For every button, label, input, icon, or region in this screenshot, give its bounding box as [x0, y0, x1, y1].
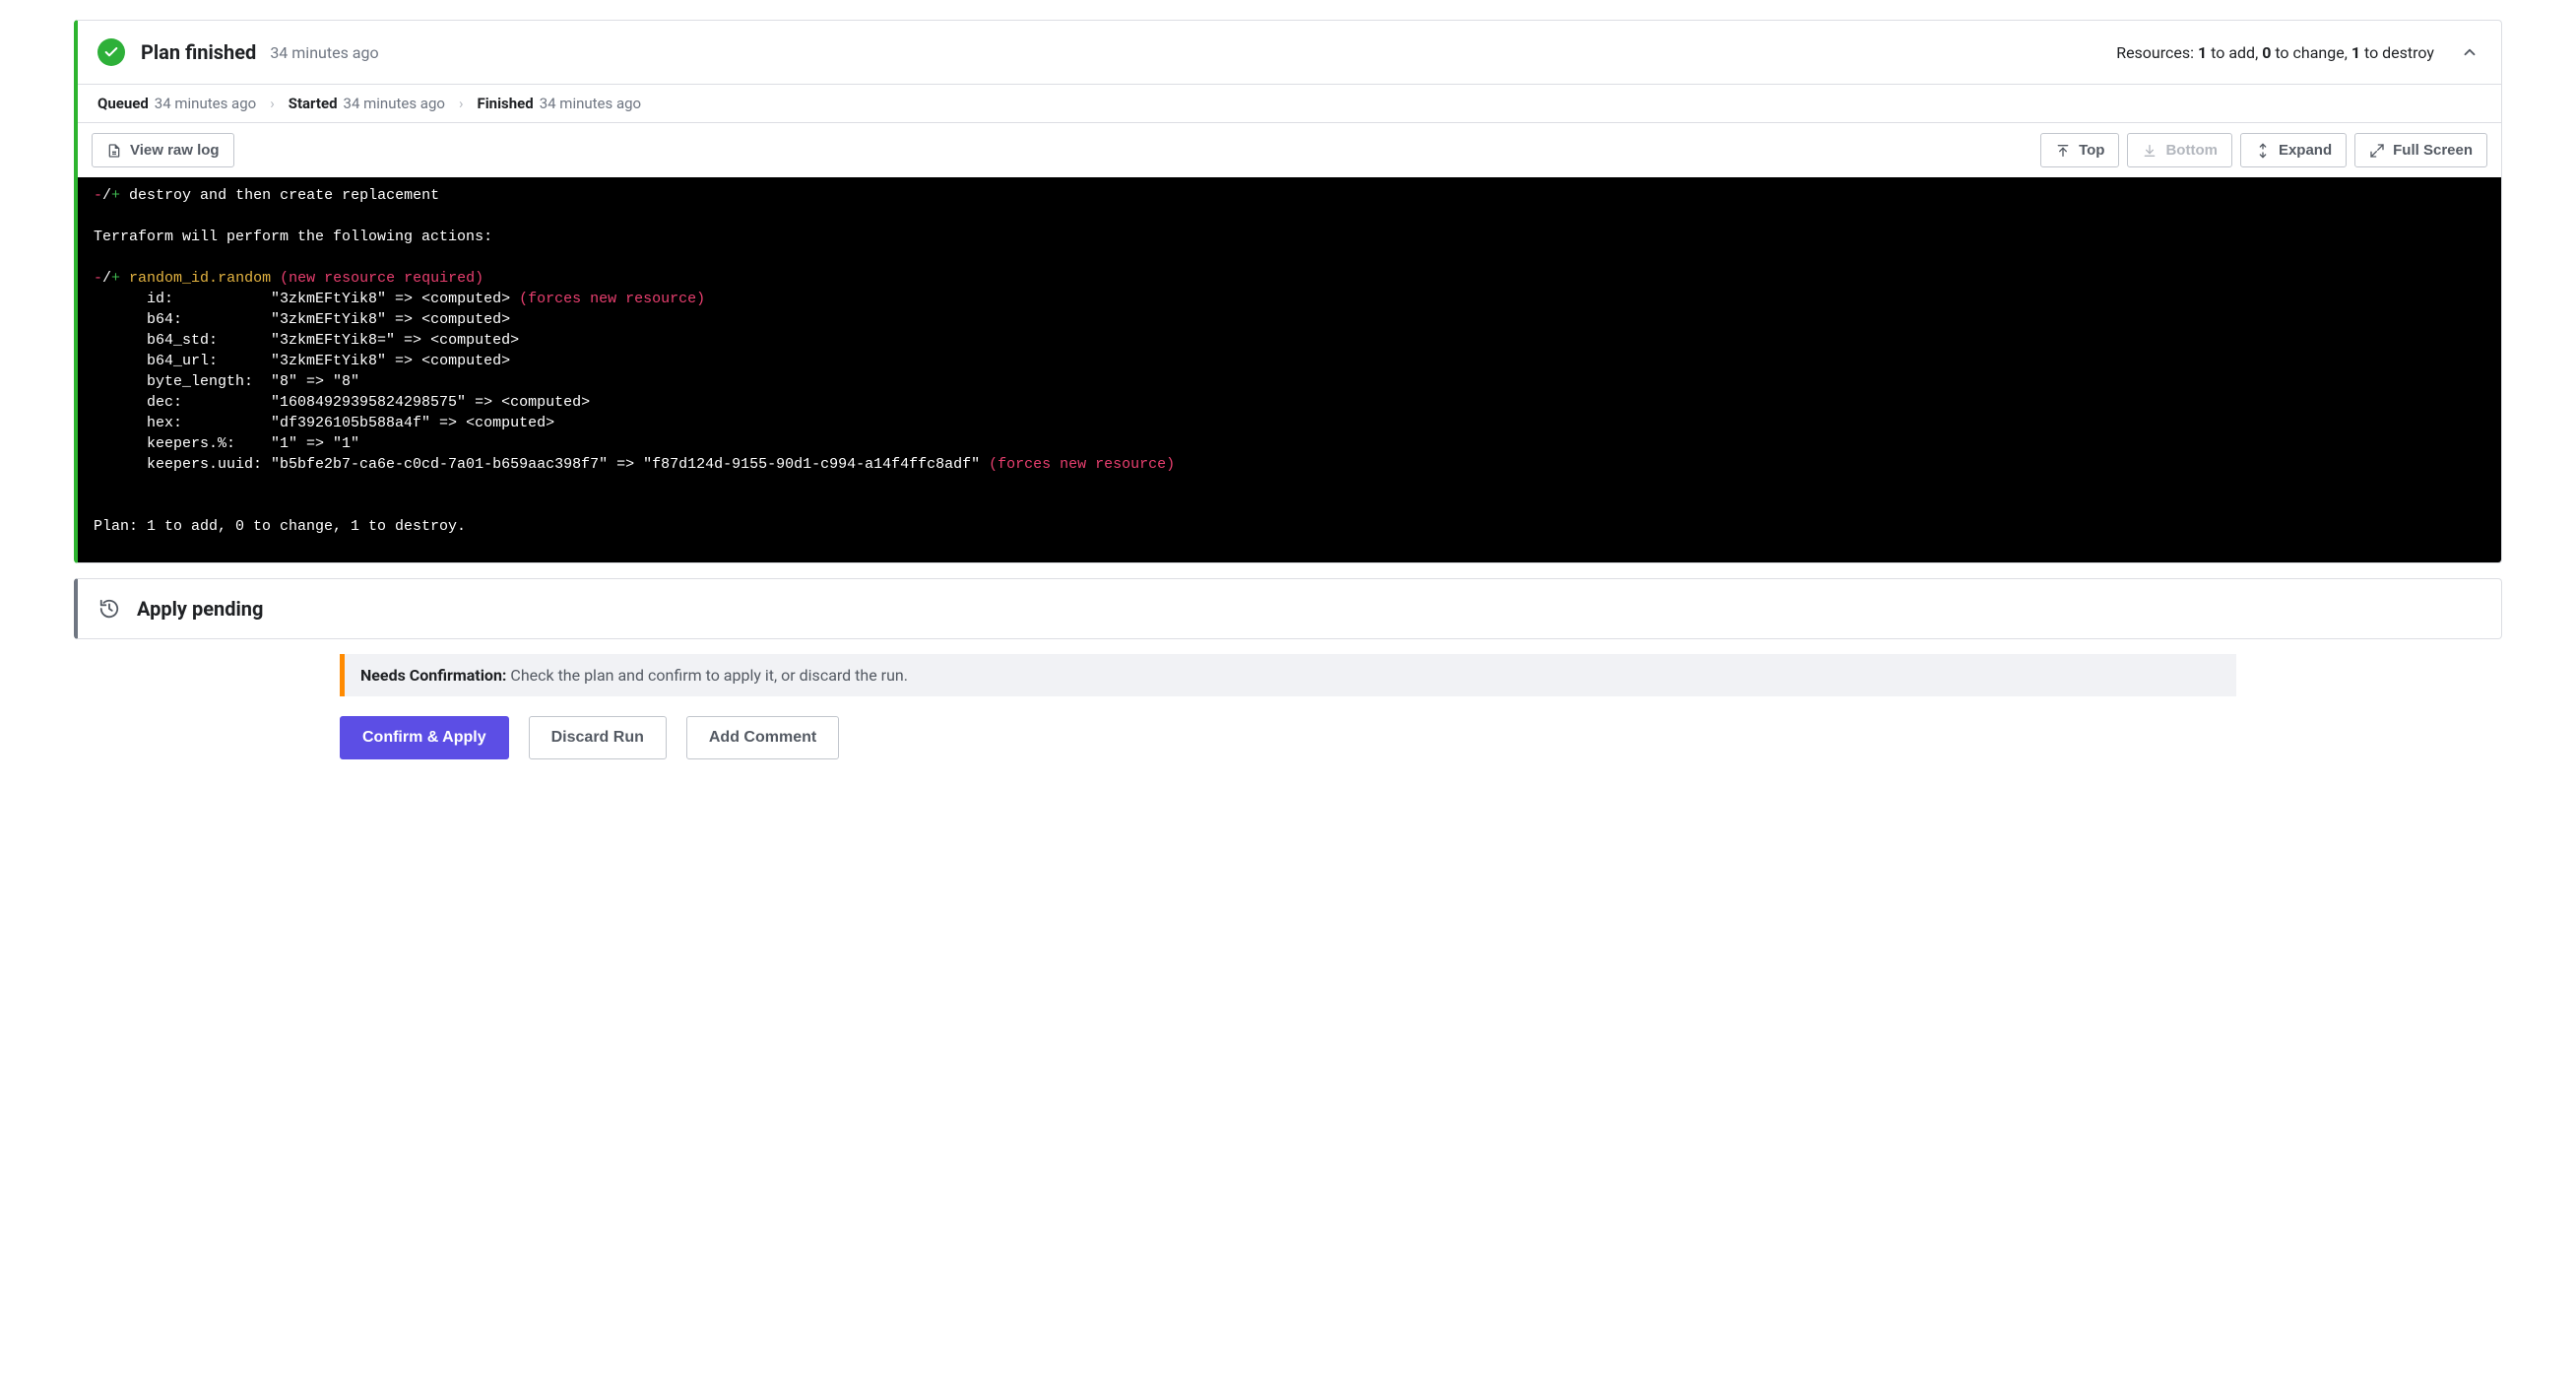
plan-terminal[interactable]: -/+ destroy and then create replacement … — [78, 177, 2501, 562]
term-computed: <computed> — [421, 353, 510, 369]
plan-panel: Plan finished 34 minutes ago Resources: … — [74, 20, 2502, 563]
crumb-started-label: Started — [289, 95, 338, 112]
expand-button[interactable]: Expand — [2240, 133, 2347, 167]
crumb-started: Started 34 minutes ago — [289, 95, 445, 112]
term-note: (new resource required) — [280, 270, 483, 287]
top-button[interactable]: Top — [2040, 133, 2119, 167]
collapse-toggle[interactable] — [2458, 40, 2481, 64]
action-row: Confirm & Apply Discard Run Add Comment — [340, 716, 2236, 759]
chevron-right-icon: › — [270, 95, 275, 112]
plan-header: Plan finished 34 minutes ago Resources: … — [78, 21, 2501, 85]
apply-title: Apply pending — [137, 597, 263, 621]
term-line: Terraform will perform the following act… — [94, 229, 492, 245]
view-raw-log-label: View raw log — [130, 142, 220, 159]
apply-header[interactable]: Apply pending — [78, 579, 2501, 638]
term-computed: <computed> — [421, 291, 510, 307]
term-line: b64_std: "3zkmEFtYik8=" => — [94, 332, 430, 349]
plan-toolbar: View raw log Top Bottom Expand Full Scr — [78, 123, 2501, 177]
discard-run-button[interactable]: Discard Run — [529, 716, 667, 759]
notice-label: Needs Confirmation: — [360, 666, 506, 685]
arrow-up-bar-icon — [2055, 143, 2071, 159]
term-computed: <computed> — [466, 415, 554, 431]
term-note: (forces new resource) — [510, 291, 705, 307]
resources-prefix: Resources: — [2116, 43, 2198, 62]
term-line: hex: "df3926105b588a4f" => — [94, 415, 466, 431]
term-line: b64_url: "3zkmEFtYik8" => — [94, 353, 421, 369]
pending-clock-icon — [97, 597, 121, 621]
resources-destroy-count: 1 — [2351, 43, 2360, 62]
term-computed: <computed> — [421, 311, 510, 328]
term-computed: <computed> — [501, 394, 590, 411]
resources-destroy-suffix: to destroy — [2360, 43, 2434, 62]
expand-label: Expand — [2279, 142, 2332, 159]
resources-summary: Resources: 1 to add, 0 to change, 1 to d… — [2116, 43, 2434, 62]
view-raw-log-button[interactable]: View raw log — [92, 133, 234, 167]
crumb-finished-label: Finished — [477, 95, 533, 112]
term-line: keepers.uuid: "b5bfe2b7-ca6e-c0cd-7a01-b… — [94, 456, 980, 473]
add-comment-button[interactable]: Add Comment — [686, 716, 839, 759]
plan-title: Plan finished — [141, 40, 256, 64]
term-line: id: "3zkmEFtYik8" => — [94, 291, 421, 307]
chevron-up-icon — [2461, 43, 2479, 61]
crumb-queued-label: Queued — [97, 95, 149, 112]
apply-panel: Apply pending — [74, 578, 2502, 639]
crumb-queued: Queued 34 minutes ago — [97, 95, 256, 112]
full-screen-label: Full Screen — [2393, 142, 2473, 159]
arrow-down-bar-icon — [2142, 143, 2157, 159]
term-line: keepers.%: "1" => "1" — [94, 435, 359, 452]
term-computed: <computed> — [430, 332, 519, 349]
term-line: byte_length: "8" => "8" — [94, 373, 359, 390]
confirmation-notice: Needs Confirmation: Check the plan and c… — [340, 654, 2236, 696]
confirm-block: Needs Confirmation: Check the plan and c… — [340, 654, 2236, 759]
expand-icon — [2255, 143, 2271, 159]
top-label: Top — [2079, 142, 2104, 159]
resources-change-suffix: to change, — [2271, 43, 2351, 62]
term-line: b64: "3zkmEFtYik8" => — [94, 311, 421, 328]
plan-time: 34 minutes ago — [270, 43, 378, 62]
bottom-label: Bottom — [2165, 142, 2218, 159]
full-screen-button[interactable]: Full Screen — [2354, 133, 2487, 167]
check-circle-icon — [97, 38, 125, 66]
confirm-apply-button[interactable]: Confirm & Apply — [340, 716, 509, 759]
term-note: (forces new resource) — [980, 456, 1175, 473]
resources-add-count: 1 — [2198, 43, 2207, 62]
plan-breadcrumb: Queued 34 minutes ago › Started 34 minut… — [78, 85, 2501, 123]
full-screen-icon — [2369, 143, 2385, 159]
term-line: destroy and then create replacement — [120, 187, 439, 204]
crumb-finished-time: 34 minutes ago — [540, 95, 641, 112]
crumb-queued-time: 34 minutes ago — [155, 95, 256, 112]
bottom-button[interactable]: Bottom — [2127, 133, 2232, 167]
chevron-right-icon: › — [459, 95, 464, 112]
resources-change-count: 0 — [2262, 43, 2271, 62]
document-icon — [106, 143, 122, 159]
term-resource-name: random_id.random — [120, 270, 280, 287]
term-summary: Plan: 1 to add, 0 to change, 1 to destro… — [94, 518, 466, 535]
resources-add-suffix: to add, — [2207, 43, 2262, 62]
notice-message: Check the plan and confirm to apply it, … — [506, 666, 908, 685]
crumb-finished: Finished 34 minutes ago — [477, 95, 641, 112]
term-line: dec: "16084929395824298575" => — [94, 394, 501, 411]
crumb-started-time: 34 minutes ago — [344, 95, 445, 112]
